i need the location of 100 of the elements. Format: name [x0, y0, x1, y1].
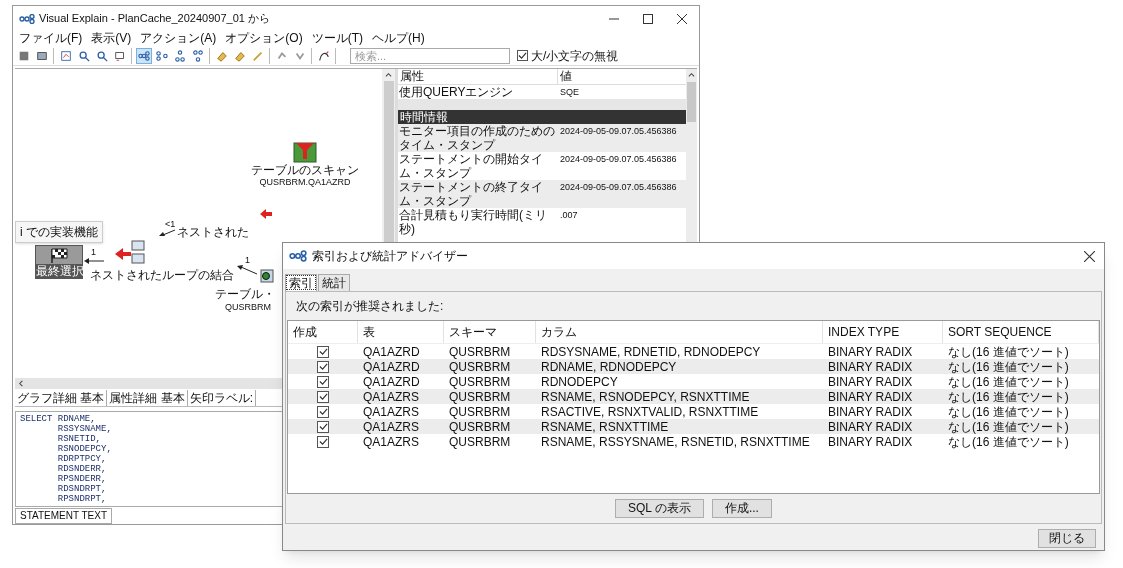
- table-cell-text: QUSRBRM: [448, 389, 512, 404]
- table-cell-text: RDSYSNAME, RDNETID, RDNODEPCY: [540, 344, 762, 359]
- node-label: ネストされた: [177, 224, 249, 239]
- dialog-button[interactable]: SQL の表示: [615, 499, 704, 518]
- code-line: RSNETID,: [56, 434, 101, 445]
- tool-icon: [138, 49, 150, 62]
- tool-icon: [252, 49, 264, 62]
- property-name: 合計見積もり実行時間(ミリ秒): [398, 207, 548, 236]
- code-line: RDSNDERR,: [56, 464, 107, 475]
- code-line: RSNODEPCY,: [56, 444, 112, 455]
- view-tab[interactable]: グラフ詳細 基本: [15, 389, 108, 406]
- tool-icon: [216, 49, 228, 62]
- table-row[interactable]: QA1AZRS QUSRBRM RSNAME, RSNXTTIME BINARY RADIX なし(16 進値でソート): [288, 419, 1099, 434]
- checkbox[interactable]: [317, 375, 329, 388]
- code-line: RSSYSNAME,: [56, 424, 112, 435]
- scroll-up-icon[interactable]: [688, 71, 695, 79]
- window-title: Visual Explain - PlanCache_20240907_01 から: [39, 11, 270, 27]
- tool-icon: [36, 49, 48, 62]
- tool-icon: [96, 49, 108, 62]
- checkbox-label: 大/小文字の無視: [531, 47, 619, 65]
- table-cell-text: RSACTIVE, RSNXTVALID, RSNXTTIME: [540, 404, 760, 419]
- column-header[interactable]: スキーマ: [444, 321, 536, 343]
- menu-item[interactable]: ファイル(F): [19, 31, 83, 47]
- close-icon: [1083, 250, 1095, 262]
- view-tab[interactable]: 属性詳細 基本: [107, 389, 188, 406]
- scroll-up-icon[interactable]: [385, 71, 392, 79]
- column-header[interactable]: 表: [358, 321, 444, 343]
- tool-icon: [156, 49, 168, 62]
- arrow: [237, 264, 257, 275]
- checkbox[interactable]: [317, 435, 329, 448]
- nodes-logo-icon: [289, 250, 307, 262]
- code-line: RPSNDRPT,: [56, 494, 107, 505]
- column-header[interactable]: SORT SEQUENCE: [943, 321, 1099, 343]
- arrow: [159, 228, 175, 237]
- property-name: ステートメントの終了タイム・スタンプ: [398, 179, 544, 208]
- checkbox[interactable]: [317, 405, 329, 418]
- tab[interactable]: 統計: [318, 274, 350, 291]
- table-cell-text: なし(16 進値でソート): [947, 419, 1070, 434]
- checkbox[interactable]: [517, 50, 528, 62]
- dialog-button[interactable]: 作成...: [711, 499, 772, 518]
- table-cell-text: BINARY RADIX: [827, 374, 914, 389]
- column-header[interactable]: カラム: [536, 321, 823, 343]
- table-cell-text: BINARY RADIX: [827, 434, 914, 449]
- menu-item[interactable]: オプション(O): [225, 31, 303, 47]
- section-label: 時間情報: [399, 109, 449, 124]
- checkbox[interactable]: [317, 390, 329, 403]
- table-cell-text: RSNAME, RSNODEPCY, RSNXTTIME: [540, 389, 751, 404]
- code-line: RPSNDERR,: [56, 474, 107, 485]
- statement-tab[interactable]: STATEMENT TEXT: [15, 508, 113, 524]
- node-label: ネストされたループの結合: [90, 267, 234, 282]
- toolbar-button[interactable]: [136, 47, 152, 64]
- table-cell-text: RSNAME, RSSYSNAME, RSNETID, RSNXTTIME: [540, 434, 811, 449]
- arrow: [84, 256, 104, 265]
- node-label: 最終選択: [36, 263, 82, 278]
- table-cell-text: QUSRBRM: [448, 434, 512, 449]
- view-tab[interactable]: 矢印ラベル:: [187, 389, 257, 406]
- scroll-left-icon[interactable]: [18, 380, 25, 388]
- toolbar-button[interactable]: [190, 47, 206, 64]
- scroll-thumb[interactable]: [687, 81, 696, 122]
- property-value: SQE: [559, 85, 580, 99]
- column-header[interactable]: INDEX TYPE: [823, 321, 943, 343]
- dialog-title: 索引および統計アドバイザー: [312, 248, 468, 265]
- column-header[interactable]: 作成: [288, 321, 358, 343]
- table-cell-text: QA1AZRS: [362, 434, 420, 449]
- code-line: SELECT RDNAME,: [20, 414, 96, 425]
- table-cell-text: BINARY RADIX: [827, 344, 914, 359]
- node-label: テーブルのスキャン: [251, 162, 359, 177]
- tab[interactable]: 索引: [285, 274, 317, 291]
- table-cell-text: なし(16 進値でソート): [947, 344, 1070, 359]
- node-sublabel: QUSRBRM.QA1AZRD: [259, 176, 351, 187]
- edge-label: 1: [245, 254, 250, 265]
- menu-item[interactable]: ツール(T): [311, 31, 363, 47]
- toolbar-button[interactable]: [172, 47, 188, 64]
- table-cell-text: QA1AZRS: [362, 419, 420, 434]
- table-cell-text: RDNODEPCY: [540, 374, 619, 389]
- tool-icon: [192, 49, 204, 62]
- checkbox[interactable]: [317, 360, 329, 373]
- search-field[interactable]: 検索...: [350, 47, 510, 64]
- property-value: 2024-09-05-09.07.05.456386: [559, 124, 678, 138]
- table-cell-text: QA1AZRD: [362, 359, 421, 374]
- checkbox[interactable]: [317, 345, 329, 358]
- table-cell-text: なし(16 進値でソート): [947, 434, 1070, 449]
- table-cell-text: なし(16 進値でソート): [947, 374, 1070, 389]
- nodes-logo-icon: [19, 13, 35, 24]
- table-cell-text: BINARY RADIX: [827, 404, 914, 419]
- menu-item[interactable]: ヘルプ(H): [372, 31, 425, 47]
- table-cell-text: BINARY RADIX: [827, 419, 914, 434]
- table-cell-text: QA1AZRD: [362, 374, 421, 389]
- tool-icon: [318, 49, 330, 62]
- menu-item[interactable]: 表示(V): [91, 31, 132, 47]
- table-cell-text: なし(16 進値でソート): [947, 359, 1070, 374]
- close-dialog-button[interactable]: 閉じる: [1038, 529, 1096, 548]
- flag-icon: [49, 247, 69, 264]
- check-icon: [518, 51, 527, 61]
- checkbox[interactable]: [317, 420, 329, 433]
- menu-item[interactable]: アクション(A): [140, 31, 217, 47]
- table-cell-text: QUSRBRM: [448, 344, 512, 359]
- table-row[interactable]: QA1AZRD QUSRBRM RDNAME, RDNODEPCY BINARY RADIX なし(16 進値でソート): [288, 359, 1099, 374]
- table-row[interactable]: QA1AZRS QUSRBRM RSNAME, RSNODEPCY, RSNXTTIME BINARY RADIX なし(16 進値でソート): [288, 389, 1099, 404]
- code-line: RDRPTPCY,: [56, 454, 107, 465]
